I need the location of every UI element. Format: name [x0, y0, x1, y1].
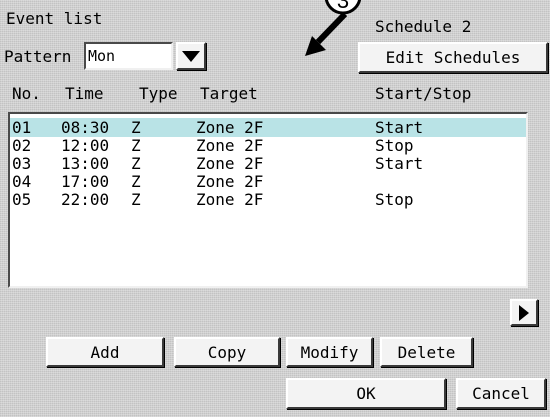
modify-button-label: Modify: [300, 342, 359, 362]
table-row[interactable]: 01 08:30 Z Zone 2F Start: [10, 118, 526, 137]
cell-type: Z: [131, 136, 141, 155]
column-header-start-stop: Start/Stop: [375, 84, 472, 103]
cell-time: 13:00: [61, 154, 110, 173]
cell-time: 22:00: [61, 190, 110, 209]
event-rows: 01 08:30 Z Zone 2F Start 02 12:00 Z Zone…: [10, 114, 526, 286]
copy-button[interactable]: Copy: [174, 337, 280, 367]
cell-no: 01: [12, 118, 32, 137]
cell-start-stop: Start: [375, 154, 424, 173]
delete-button-label: Delete: [397, 342, 456, 362]
column-header-target: Target: [200, 84, 258, 103]
event-list[interactable]: 01 08:30 Z Zone 2F Start 02 12:00 Z Zone…: [8, 112, 528, 288]
cancel-button-label: Cancel: [472, 384, 530, 403]
cancel-button[interactable]: Cancel: [456, 378, 546, 409]
callout-number: 3: [337, 0, 349, 13]
cell-start-stop: Start: [375, 118, 424, 137]
cell-type: Z: [131, 190, 141, 209]
callout-arrow-shaft: [315, 11, 348, 45]
cell-type: Z: [131, 154, 141, 173]
table-row[interactable]: 03 13:00 Z Zone 2F Start: [10, 154, 526, 173]
cell-no: 05: [12, 190, 32, 209]
cell-type: Z: [131, 118, 141, 137]
copy-button-label: Copy: [207, 342, 247, 362]
cell-start-stop: Stop: [375, 190, 414, 209]
add-button[interactable]: Add: [46, 337, 164, 367]
table-row[interactable]: 02 12:00 Z Zone 2F Stop: [10, 136, 526, 155]
ok-button-label: OK: [356, 384, 376, 403]
triangle-right-icon: [519, 304, 529, 321]
cell-target: Zone 2F: [196, 118, 264, 137]
cell-type: Z: [131, 172, 141, 191]
cell-time: 12:00: [61, 136, 110, 155]
arrow-callout-icon: [305, 0, 362, 56]
cell-no: 04: [12, 172, 32, 191]
ok-button[interactable]: OK: [286, 378, 446, 409]
cell-no: 02: [12, 136, 32, 155]
table-row[interactable]: 04 17:00 Z Zone 2F: [10, 172, 526, 191]
delete-button[interactable]: Delete: [380, 337, 473, 367]
table-header: No. Time Type Target Start/Stop: [12, 84, 532, 104]
next-page-button[interactable]: [510, 299, 538, 326]
modify-button[interactable]: Modify: [286, 337, 373, 367]
column-header-no: No.: [12, 84, 41, 103]
cell-target: Zone 2F: [196, 136, 264, 155]
cell-time: 08:30: [61, 118, 110, 137]
cell-start-stop: Stop: [375, 136, 414, 155]
column-header-type: Type: [139, 84, 178, 103]
table-row[interactable]: 05 22:00 Z Zone 2F Stop: [10, 190, 526, 209]
cell-target: Zone 2F: [196, 172, 264, 191]
cell-time: 17:00: [61, 172, 110, 191]
cell-target: Zone 2F: [196, 190, 264, 209]
cell-target: Zone 2F: [196, 154, 264, 173]
column-header-time: Time: [65, 84, 104, 103]
add-button-label: Add: [90, 342, 120, 362]
cell-no: 03: [12, 154, 32, 173]
